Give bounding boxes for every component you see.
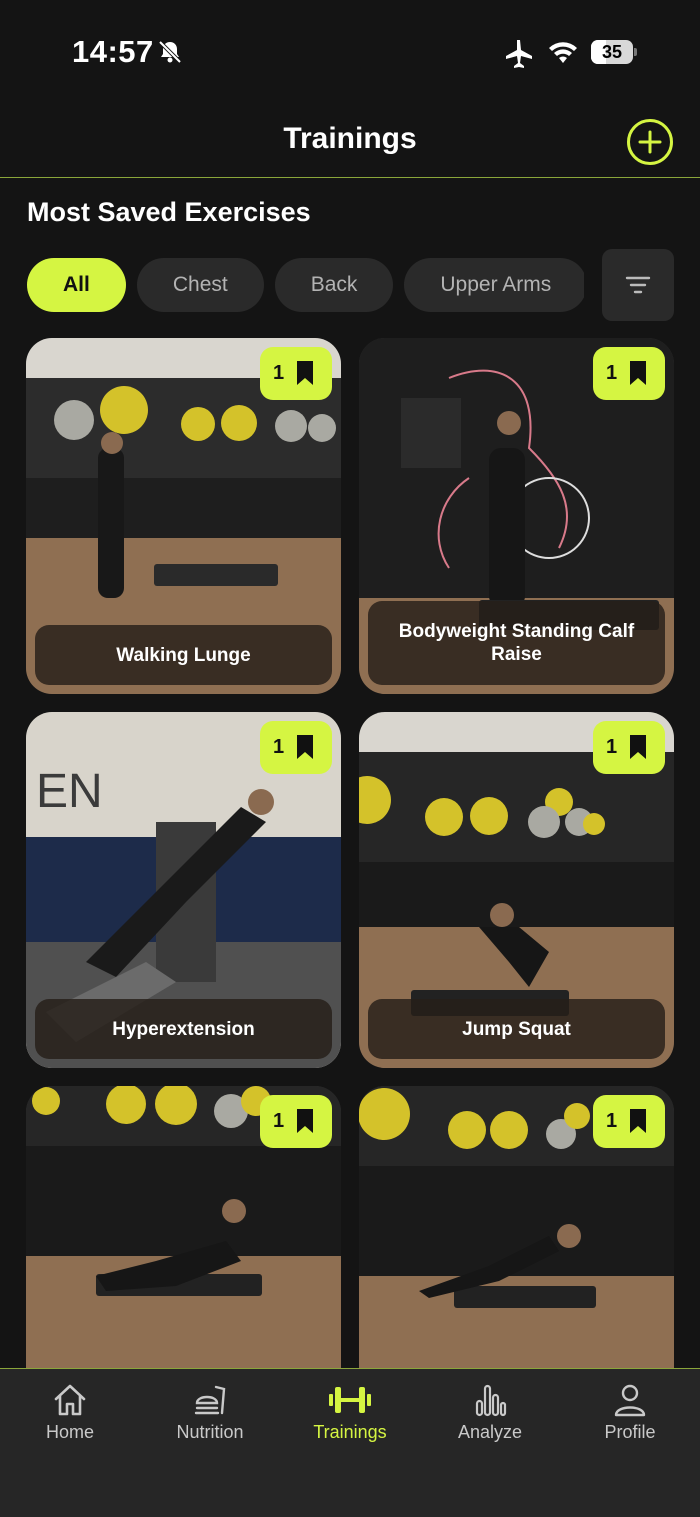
bookmark-icon — [630, 735, 646, 759]
dumbbell-icon — [329, 1387, 371, 1413]
exercise-label-box: Hyperextension — [35, 999, 332, 1059]
chip-back[interactable]: Back — [274, 258, 394, 312]
exercise-card[interactable]: EN 1 Hyperextension — [26, 712, 341, 1068]
bookmark-icon — [297, 735, 313, 759]
bookmark-icon — [630, 1109, 646, 1133]
plus-icon — [638, 130, 662, 154]
tab-label: Nutrition — [176, 1422, 244, 1442]
home-icon — [54, 1384, 86, 1416]
battery-level: 35 — [601, 42, 623, 62]
exercise-name: Walking Lunge — [116, 644, 251, 666]
tab-trainings[interactable]: Trainings — [280, 1383, 420, 1463]
svg-text:EN: EN — [36, 765, 103, 818]
exercise-name: Hyperextension — [112, 1018, 255, 1040]
exercise-name: Jump Squat — [462, 1018, 571, 1040]
filter-lines-icon — [625, 276, 651, 294]
tab-label: Trainings — [313, 1422, 387, 1442]
save-count: 1 — [273, 362, 285, 384]
status-bar: 14:57 35 — [0, 0, 700, 100]
save-badge[interactable]: 1 — [260, 1095, 332, 1148]
airplane-icon — [506, 40, 532, 68]
bar-chart-icon — [475, 1384, 507, 1417]
filter-chips: All Chest Back Upper Arms — [27, 258, 584, 312]
bookmark-icon — [297, 361, 313, 385]
exercise-label-box: Walking Lunge — [35, 625, 332, 685]
exercise-name: Bodyweight Standing Calf Raise — [398, 621, 635, 665]
bookmark-icon — [297, 1109, 313, 1133]
bookmark-icon — [630, 361, 646, 385]
tab-label: Home — [45, 1422, 94, 1442]
chip-upper-arms[interactable]: Upper Arms — [404, 258, 584, 312]
bell-slash-icon — [158, 40, 182, 64]
exercise-label-box: Jump Squat — [368, 999, 665, 1059]
save-badge[interactable]: 1 — [260, 721, 332, 774]
tab-nutrition[interactable]: Nutrition — [140, 1383, 280, 1463]
tab-analyze[interactable]: Analyze — [420, 1383, 560, 1463]
filter-button[interactable] — [602, 249, 674, 321]
status-time: 14:57 — [72, 34, 154, 69]
chip-all[interactable]: All — [27, 258, 126, 312]
tab-label: Profile — [604, 1422, 656, 1442]
save-badge[interactable]: 1 — [593, 1095, 665, 1148]
battery-icon: 35 — [591, 40, 637, 64]
exercise-card[interactable]: 1 Walking Lunge — [26, 338, 341, 694]
tab-bar: Home Nutrition Trainings Analyze Profile — [0, 1368, 700, 1517]
save-count: 1 — [606, 736, 618, 758]
save-count: 1 — [606, 362, 618, 384]
chip-chest[interactable]: Chest — [136, 258, 264, 312]
tab-label: Analyze — [457, 1422, 523, 1442]
nutrition-icon — [194, 1385, 226, 1415]
user-icon — [614, 1384, 646, 1417]
save-count: 1 — [273, 736, 285, 758]
header: Trainings — [0, 100, 700, 178]
exercise-card[interactable]: 1 Bodyweight Standing Calf Raise — [359, 338, 674, 694]
section-title: Most Saved Exercises — [27, 197, 311, 227]
save-count: 1 — [606, 1110, 618, 1132]
save-badge[interactable]: 1 — [593, 721, 665, 774]
tab-profile[interactable]: Profile — [560, 1383, 700, 1463]
exercise-label-box: Bodyweight Standing Calf Raise — [368, 601, 665, 685]
tab-home[interactable]: Home — [0, 1383, 140, 1463]
save-badge[interactable]: 1 — [260, 347, 332, 400]
exercise-card[interactable]: 1 Jump Squat — [359, 712, 674, 1068]
save-count: 1 — [273, 1110, 285, 1132]
wifi-icon — [549, 42, 577, 63]
save-badge[interactable]: 1 — [593, 347, 665, 400]
page-title: Trainings — [283, 122, 417, 155]
add-training-button[interactable] — [627, 119, 673, 165]
